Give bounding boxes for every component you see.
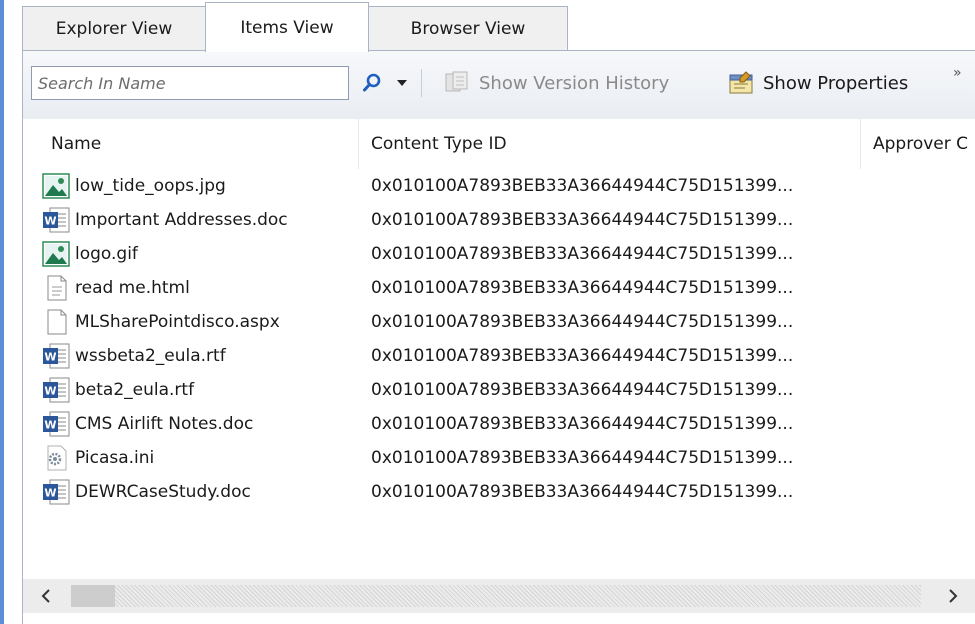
list-item[interactable]: Wbeta2_eula.rtf 0x010100A7893BEB33A366449… bbox=[23, 373, 975, 407]
search-input[interactable] bbox=[31, 66, 349, 100]
toolbar-overflow-button[interactable]: » bbox=[953, 65, 962, 81]
search-button[interactable] bbox=[357, 66, 387, 100]
list-item[interactable]: Picasa.ini 0x010100A7893BEB33A36644944C75… bbox=[23, 441, 975, 475]
tab-browser-view[interactable]: Browser View bbox=[368, 6, 568, 50]
svg-text:W: W bbox=[44, 487, 56, 500]
content-type-id-cell: 0x010100A7893BEB33A36644944C75D151399... bbox=[371, 482, 794, 502]
content-type-id-cell: 0x010100A7893BEB33A36644944C75D151399... bbox=[371, 312, 794, 332]
word-doc-icon: W bbox=[41, 206, 71, 234]
grid-header: Name Content Type ID Approver C bbox=[23, 119, 975, 169]
name-cell: W CMS Airlift Notes.doc bbox=[41, 407, 361, 441]
file-name: CMS Airlift Notes.doc bbox=[75, 414, 254, 434]
list-item[interactable]: read me.html 0x010100A7893BEB33A36644944C… bbox=[23, 271, 975, 305]
file-name: wssbeta2_eula.rtf bbox=[75, 346, 226, 366]
toolbar: Show Version History Show Properties » bbox=[23, 51, 975, 119]
word-doc-icon: W bbox=[41, 410, 71, 438]
file-name: Important Addresses.doc bbox=[75, 210, 288, 230]
version-history-icon bbox=[445, 71, 468, 92]
column-header-name[interactable]: Name bbox=[23, 119, 359, 169]
chevron-left-icon bbox=[41, 589, 50, 603]
file-name: beta2_eula.rtf bbox=[75, 380, 195, 400]
scroll-left-arrow[interactable] bbox=[29, 579, 63, 613]
tab-explorer-view[interactable]: Explorer View bbox=[22, 6, 206, 50]
list-item[interactable]: MLSharePointdisco.aspx 0x010100A7893BEB33… bbox=[23, 305, 975, 339]
search-options-dropdown[interactable] bbox=[391, 66, 413, 100]
file-name: Picasa.ini bbox=[75, 448, 155, 468]
list-item[interactable]: W Important Addresses.doc 0x010100A7893BEB… bbox=[23, 203, 975, 237]
view-tabstrip: Explorer View Items View Browser View bbox=[22, 0, 975, 52]
tab-label: Explorer View bbox=[55, 18, 173, 39]
content-type-id-cell: 0x010100A7893BEB33A36644944C75D151399... bbox=[371, 210, 794, 230]
name-cell: MLSharePointdisco.aspx bbox=[41, 305, 361, 339]
image-file-icon bbox=[41, 172, 71, 200]
scroll-right-arrow[interactable] bbox=[936, 579, 970, 613]
settings-file-icon bbox=[41, 444, 71, 472]
name-cell: Wwssbeta2_eula.rtf bbox=[41, 339, 361, 373]
window-left-edge bbox=[0, 0, 4, 624]
word-doc-icon: W bbox=[41, 342, 71, 370]
name-cell: W Important Addresses.doc bbox=[41, 203, 361, 237]
name-cell: Picasa.ini bbox=[41, 441, 361, 475]
list-item[interactable]: Wwssbeta2_eula.rtf 0x010100A7893BEB33A366… bbox=[23, 339, 975, 373]
content-type-id-cell: 0x010100A7893BEB33A36644944C75D151399... bbox=[371, 414, 794, 434]
name-cell: low_tide_oops.jpg bbox=[41, 169, 361, 203]
chevron-down-icon bbox=[397, 80, 407, 86]
svg-text:W: W bbox=[44, 419, 56, 432]
show-version-history-button[interactable]: Show Version History bbox=[443, 66, 669, 100]
items-view-panel: Show Version History Show Properties » N… bbox=[22, 50, 975, 624]
svg-text:W: W bbox=[44, 385, 56, 398]
show-properties-button[interactable]: Show Properties bbox=[727, 66, 908, 100]
properties-icon bbox=[729, 71, 753, 94]
content-type-id-cell: 0x010100A7893BEB33A36644944C75D151399... bbox=[371, 176, 794, 196]
column-header-content-type-id[interactable]: Content Type ID bbox=[359, 119, 861, 169]
scrollbar-track[interactable] bbox=[71, 585, 921, 607]
tab-label: Browser View bbox=[410, 18, 526, 39]
chevron-right-icon bbox=[949, 589, 958, 603]
name-cell: W DEWRCaseStudy.doc bbox=[41, 475, 361, 509]
show-version-history-label: Show Version History bbox=[479, 72, 670, 94]
file-name: logo.gif bbox=[75, 244, 138, 264]
svg-text:W: W bbox=[44, 215, 56, 228]
content-type-id-cell: 0x010100A7893BEB33A36644944C75D151399... bbox=[371, 278, 794, 298]
image-file-icon bbox=[41, 240, 71, 268]
list-item[interactable]: low_tide_oops.jpg 0x010100A7893BEB33A3664… bbox=[23, 169, 975, 203]
content-type-id-cell: 0x010100A7893BEB33A36644944C75D151399... bbox=[371, 380, 794, 400]
name-cell: read me.html bbox=[41, 271, 361, 305]
name-cell: Wbeta2_eula.rtf bbox=[41, 373, 361, 407]
text-file-icon bbox=[41, 274, 71, 302]
content-type-id-cell: 0x010100A7893BEB33A36644944C75D151399... bbox=[371, 448, 794, 468]
list-item[interactable]: W DEWRCaseStudy.doc 0x010100A7893BEB33A366… bbox=[23, 475, 975, 509]
scrollbar-thumb[interactable] bbox=[71, 585, 115, 607]
content-type-id-cell: 0x010100A7893BEB33A36644944C75D151399... bbox=[371, 346, 794, 366]
tab-items-view[interactable]: Items View bbox=[205, 2, 369, 52]
file-name: read me.html bbox=[75, 278, 190, 298]
column-header-approver[interactable]: Approver C bbox=[861, 119, 975, 169]
search-icon bbox=[363, 73, 381, 92]
items-list: low_tide_oops.jpg 0x010100A7893BEB33A3664… bbox=[23, 169, 975, 509]
word-doc-icon: W bbox=[41, 376, 71, 404]
file-name: MLSharePointdisco.aspx bbox=[75, 312, 280, 332]
list-item[interactable]: logo.gif 0x010100A7893BEB33A36644944C75D1… bbox=[23, 237, 975, 271]
show-properties-label: Show Properties bbox=[763, 72, 909, 94]
file-name: low_tide_oops.jpg bbox=[75, 176, 226, 196]
file-name: DEWRCaseStudy.doc bbox=[75, 482, 251, 502]
svg-text:W: W bbox=[44, 351, 56, 364]
blank-file-icon bbox=[41, 308, 71, 336]
toolbar-separator bbox=[421, 69, 422, 97]
word-doc-icon: W bbox=[41, 478, 71, 506]
tab-label: Items View bbox=[240, 17, 334, 38]
list-item[interactable]: W CMS Airlift Notes.doc 0x010100A7893BEB33… bbox=[23, 407, 975, 441]
name-cell: logo.gif bbox=[41, 237, 361, 271]
horizontal-scrollbar[interactable] bbox=[23, 579, 975, 613]
content-type-id-cell: 0x010100A7893BEB33A36644944C75D151399... bbox=[371, 244, 794, 264]
